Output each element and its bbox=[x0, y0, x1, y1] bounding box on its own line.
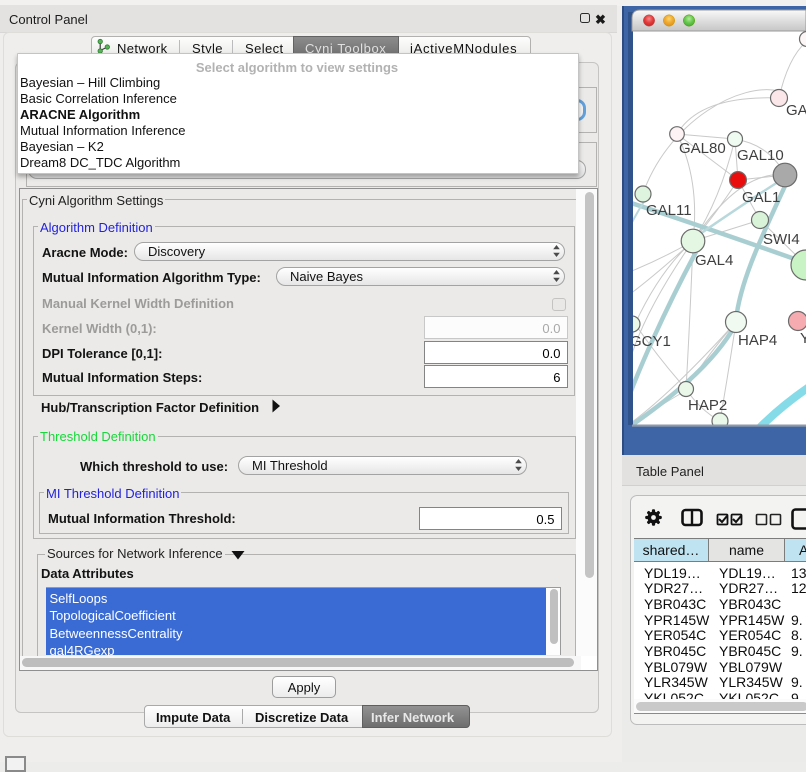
svg-text:HAP2: HAP2 bbox=[688, 397, 727, 414]
svg-text:Y: Y bbox=[800, 330, 806, 347]
svg-text:GAL4: GAL4 bbox=[695, 252, 733, 269]
svg-text:GAL10: GAL10 bbox=[737, 147, 784, 164]
svg-text:GAL7: GAL7 bbox=[786, 102, 806, 119]
svg-text:GAL80: GAL80 bbox=[679, 140, 726, 157]
svg-text:GAL1: GAL1 bbox=[742, 189, 780, 206]
svg-text:HAP4: HAP4 bbox=[738, 332, 777, 349]
svg-text:GAL11: GAL11 bbox=[646, 202, 692, 219]
svg-text:GCY1: GCY1 bbox=[630, 333, 671, 350]
svg-text:SWI4: SWI4 bbox=[763, 231, 800, 248]
